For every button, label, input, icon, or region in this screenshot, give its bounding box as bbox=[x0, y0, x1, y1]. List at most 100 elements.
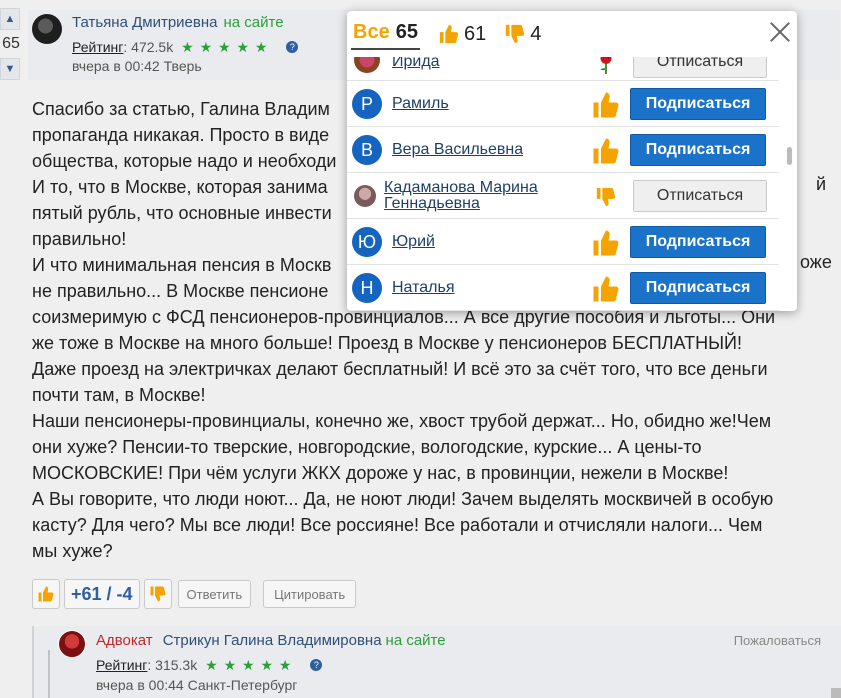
comment-city: Тверь bbox=[163, 58, 202, 74]
avatar[interactable]: Н bbox=[352, 273, 382, 303]
list-item: В Вера Васильевна Подписаться bbox=[347, 127, 779, 173]
rating-link[interactable]: Рейтинг bbox=[72, 39, 123, 55]
comment-line: Даже проезд на электричках делают беспла… bbox=[32, 359, 768, 379]
comment-fragment: й bbox=[816, 174, 827, 194]
rating-stars: ★ ★ ★ ★ ★ bbox=[205, 657, 293, 673]
comment-line: мы хуже? bbox=[32, 541, 113, 561]
vote-up-button[interactable]: ▲ bbox=[0, 8, 20, 30]
reaction-like bbox=[589, 227, 623, 259]
rating-row: Рейтинг: 472.5k ★ ★ ★ ★ ★ ? bbox=[72, 39, 299, 56]
corner-mark bbox=[831, 688, 841, 698]
comment-line: касту? Для чего? Мы все люди! Все россия… bbox=[32, 515, 763, 535]
thumb-up-icon bbox=[593, 276, 619, 302]
comment-actions: +61 / -4 Ответить Цитировать bbox=[32, 578, 357, 610]
complain-link[interactable]: Пожаловаться bbox=[734, 633, 821, 648]
scroll-thumb[interactable] bbox=[787, 147, 792, 165]
list-item: Ю Юрий Подписаться bbox=[347, 219, 779, 265]
tab-dislikes[interactable]: 4 bbox=[504, 23, 541, 46]
comment-fragment: оже bbox=[800, 252, 832, 272]
comment-author[interactable]: Татьяна Дмитриевна на сайте bbox=[72, 14, 284, 31]
user-name-link[interactable]: Кадаманова Марина Геннадьевна bbox=[384, 180, 584, 212]
comment-line: МОСКОВСКИЕ! При чём услуги ЖКХ дороже у … bbox=[32, 463, 729, 483]
comment-line: же тоже в Москве на много больше! Проезд… bbox=[32, 333, 742, 353]
comment-time: вчера в 00:42 bbox=[72, 58, 160, 74]
score-counter[interactable]: +61 / -4 bbox=[64, 579, 140, 609]
reaction-like bbox=[589, 89, 623, 121]
reactions-list: Ирида Отписаться Р Рамиль Подписаться В … bbox=[347, 57, 779, 311]
subscribe-button[interactable]: Подписаться bbox=[630, 272, 766, 304]
subscribe-button[interactable]: Подписаться bbox=[630, 134, 766, 166]
modal-scrollbar[interactable] bbox=[785, 57, 793, 311]
author-role: Адвокат bbox=[96, 632, 153, 649]
user-name-link[interactable]: Юрий bbox=[392, 233, 435, 251]
comment-line: почти там, в Москве! bbox=[32, 385, 206, 405]
user-name-link[interactable]: Вера Васильевна bbox=[392, 141, 523, 159]
vote-down-button[interactable]: ▼ bbox=[0, 58, 20, 80]
thumb-up-icon bbox=[439, 24, 459, 44]
rose-icon bbox=[600, 57, 612, 74]
unsubscribe-button[interactable]: Отписаться bbox=[633, 57, 767, 78]
thumb-up-icon bbox=[593, 230, 619, 256]
list-item: Р Рамиль Подписаться bbox=[347, 81, 779, 127]
thumb-down-icon bbox=[596, 187, 616, 207]
list-item: Н Наталья Подписаться bbox=[347, 265, 779, 311]
comment-time: вчера в 00:44 bbox=[96, 677, 184, 693]
thumb-up-icon bbox=[593, 92, 619, 118]
avatar[interactable] bbox=[58, 630, 86, 658]
thumb-up-icon bbox=[38, 586, 54, 602]
user-name-link[interactable]: Наталья bbox=[392, 279, 454, 297]
comment-meta: вчера в 00:42 Тверь bbox=[72, 58, 202, 74]
author-name[interactable]: Татьяна Дмитриевна bbox=[72, 14, 217, 31]
unsubscribe-button[interactable]: Отписаться bbox=[633, 180, 767, 212]
rating-value: : 472.5k bbox=[123, 39, 174, 55]
reactions-modal: Все 65 61 4 Ирида Отписаться Р Рамиль По… bbox=[347, 11, 797, 311]
reply-button[interactable]: Ответить bbox=[177, 580, 252, 608]
rating-row: Рейтинг: 315.3k ★ ★ ★ ★ ★ ? bbox=[96, 657, 323, 674]
rating-stars: ★ ★ ★ ★ ★ bbox=[181, 39, 269, 55]
tab-likes-count: 61 bbox=[463, 22, 487, 45]
vote-count: 65 bbox=[2, 35, 20, 52]
thumb-down-icon bbox=[506, 24, 525, 44]
comment-line: Наши пенсионеры-провинциалы, конечно же,… bbox=[32, 411, 772, 431]
help-icon[interactable]: ? bbox=[310, 659, 323, 671]
list-item: Ирида Отписаться bbox=[347, 57, 779, 81]
author-name[interactable]: Стрикун Галина Владимировна bbox=[163, 632, 382, 649]
subscribe-button[interactable]: Подписаться bbox=[630, 88, 766, 120]
help-icon[interactable]: ? bbox=[286, 41, 299, 53]
subscribe-button[interactable]: Подписаться bbox=[630, 226, 766, 258]
vote-column: ▲ 65 ▼ bbox=[0, 8, 22, 80]
tab-likes[interactable]: 61 bbox=[438, 23, 486, 46]
avatar[interactable] bbox=[32, 14, 62, 44]
comment-line: А Вы говорите, что люди ноют... Да, не н… bbox=[32, 489, 774, 509]
reaction-like bbox=[589, 135, 623, 167]
reactions-tabs: Все 65 61 4 bbox=[347, 11, 797, 57]
avatar[interactable] bbox=[354, 57, 380, 73]
reply-comment: Адвокат Стрикун Галина Владимировна на сай… bbox=[32, 626, 841, 698]
quote-button[interactable]: Цитировать bbox=[263, 580, 357, 608]
user-name-link[interactable]: Рамиль bbox=[392, 95, 449, 113]
rating-link[interactable]: Рейтинг bbox=[96, 657, 147, 673]
list-item: Кадаманова Марина Геннадьевна Отписаться bbox=[347, 173, 779, 219]
reply-author: Адвокат Стрикун Галина Владимировна на сай… bbox=[96, 632, 446, 649]
thumb-up-icon bbox=[593, 138, 619, 164]
thread-line bbox=[48, 650, 50, 698]
tab-all-count: 65 bbox=[395, 20, 418, 43]
tab-all[interactable]: Все 65 bbox=[351, 19, 420, 50]
avatar[interactable]: Ю bbox=[352, 227, 382, 257]
like-button[interactable] bbox=[32, 579, 60, 609]
comment-line: они хуже? Пенсии-то тверские, новгородск… bbox=[32, 437, 702, 457]
avatar[interactable]: В bbox=[352, 135, 382, 165]
user-name-link[interactable]: Ирида bbox=[392, 57, 440, 71]
avatar[interactable]: Р bbox=[352, 89, 382, 119]
tab-dislikes-count: 4 bbox=[530, 22, 542, 45]
thumb-down-icon bbox=[150, 586, 166, 602]
tab-all-label: Все bbox=[353, 20, 390, 43]
reaction-like bbox=[589, 273, 623, 305]
rating-value: : 315.3k bbox=[147, 657, 198, 673]
online-status: на сайте bbox=[223, 14, 284, 31]
avatar[interactable] bbox=[354, 185, 376, 207]
close-icon[interactable] bbox=[767, 19, 793, 45]
comment-city: Санкт-Петербург bbox=[187, 677, 298, 693]
dislike-button[interactable] bbox=[143, 579, 172, 609]
reaction-rose bbox=[589, 57, 623, 79]
